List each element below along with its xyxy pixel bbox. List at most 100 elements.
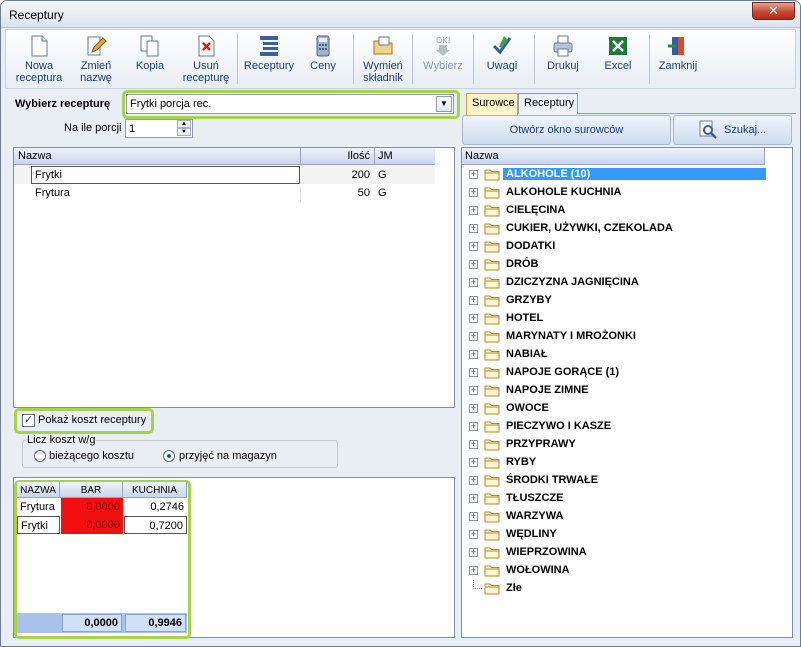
rename-button[interactable]: Zmień nazwę (72, 32, 120, 88)
expand-icon[interactable]: + (469, 386, 478, 395)
exit-label: Zamknij (658, 60, 698, 72)
recipes-button[interactable]: Receptury (240, 32, 298, 88)
tab-raw-materials[interactable]: Surowce (466, 93, 518, 115)
tree-item[interactable]: + WĘDLINY (465, 526, 765, 544)
excel-button[interactable]: Excel (594, 32, 642, 88)
tree-item[interactable]: + DODATKI (465, 238, 765, 256)
expand-icon[interactable]: + (469, 278, 478, 287)
expand-icon[interactable]: + (469, 260, 478, 269)
tree-item[interactable]: + NAPOJE GORĄCE (1) (465, 364, 765, 382)
expand-icon[interactable]: + (469, 566, 478, 575)
spin-up-icon[interactable]: ▲ (177, 120, 191, 128)
expand-icon[interactable]: + (469, 458, 478, 467)
close-window-button[interactable]: ✕ (752, 2, 795, 20)
tree-item[interactable]: + CIELĘCINA (465, 202, 765, 220)
ingredients-grid: Nazwa Ilość JM Frytki 200 G Frytura 50 G (13, 147, 455, 408)
new-recipe-button[interactable]: Nowa receptura (8, 32, 70, 88)
tree-item[interactable]: + TŁUSZCZE (465, 490, 765, 508)
expand-icon[interactable]: + (469, 476, 478, 485)
tree-item-label: DRÓB (506, 258, 539, 270)
recipes-window: Receptury ✕ Nowa receptura Zmień nazwę K… (0, 0, 801, 647)
prices-button[interactable]: Ceny (302, 32, 344, 88)
expand-icon[interactable]: + (469, 314, 478, 323)
tree-item-label: CIELĘCINA (506, 204, 566, 216)
tree-item[interactable]: + GRZYBY (465, 292, 765, 310)
expand-icon[interactable]: + (469, 422, 478, 431)
expand-icon[interactable]: + (469, 206, 478, 215)
tree-item[interactable]: + OWOCE (465, 400, 765, 418)
toolbar-separator (237, 34, 238, 84)
table-row[interactable]: Frytura 50 G (14, 184, 435, 202)
cost-row-name[interactable]: Frytki (17, 516, 60, 534)
spin-down-icon[interactable]: ▼ (177, 128, 191, 136)
portions-value: 1 (129, 123, 136, 135)
tree-item[interactable]: + NAPOJE ZIMNE (465, 382, 765, 400)
copy-button[interactable]: Kopia (126, 32, 174, 88)
tree-item-label: NABIAŁ (506, 348, 548, 360)
expand-icon[interactable]: + (469, 224, 478, 233)
notes-button[interactable]: Uwagi (478, 32, 526, 88)
tree-item[interactable]: + WOŁOWINA (465, 562, 765, 580)
tree-item-label: CUKIER, UŻYWKI, CZEKOLADA (506, 222, 673, 234)
folder-icon (484, 511, 500, 523)
tree-item[interactable]: + HOTEL (465, 310, 765, 328)
tree-item[interactable]: + MARYNATY I MROŻONKI (465, 328, 765, 346)
exit-button[interactable]: Zamknij (654, 32, 702, 88)
expand-icon[interactable]: + (469, 494, 478, 503)
select-recipe-label: Wybierz recepturę (15, 98, 111, 110)
expand-icon[interactable]: + (469, 368, 478, 377)
expand-icon[interactable]: + (469, 512, 478, 521)
tree-item[interactable]: + CUKIER, UŻYWKI, CZEKOLADA (465, 220, 765, 238)
expand-icon[interactable]: + (469, 242, 478, 251)
recipe-combo[interactable]: Frytki porcja rec. ▼ (126, 94, 454, 114)
expand-icon[interactable]: + (469, 332, 478, 341)
replace-ingredient-button[interactable]: Wymień składnik (356, 32, 410, 88)
tree-item[interactable]: + PIECZYWO I KASZE (465, 418, 765, 436)
tree-item[interactable]: + NABIAŁ (465, 346, 765, 364)
expand-icon[interactable]: + (469, 548, 478, 557)
tab-recipes[interactable]: Receptury (518, 93, 578, 114)
tree-item-label: GRZYBY (506, 294, 552, 306)
tree-item[interactable]: + ALKOHOLE KUCHNIA (465, 184, 765, 202)
expand-icon[interactable]: + (469, 404, 478, 413)
expand-icon[interactable]: + (469, 296, 478, 305)
notes-label: Uwagi (486, 60, 518, 72)
tree-item[interactable]: + RYBY (465, 454, 765, 472)
tree-item-label: MARYNATY I MROŻONKI (506, 330, 636, 342)
search-button[interactable]: Szukaj... (673, 115, 792, 145)
tree-item-label: DODATKI (506, 240, 556, 252)
tree-item[interactable]: + DRÓB (465, 256, 765, 274)
expand-icon[interactable]: + (469, 350, 478, 359)
tree-item-label: Złe (506, 582, 522, 594)
expand-icon[interactable]: + (469, 188, 478, 197)
table-row[interactable]: Frytki 200 G (14, 166, 435, 184)
tree-item[interactable]: + DZICZYZNA JAGNIĘCINA (465, 274, 765, 292)
tree-item-label: NAPOJE ZIMNE (506, 384, 589, 396)
tree-item[interactable]: + ALKOHOLE (10) (465, 166, 766, 184)
ingredient-unit: G (378, 187, 387, 199)
expand-icon[interactable]: + (469, 170, 478, 179)
show-cost-checkbox[interactable]: ✓ (22, 414, 35, 427)
chevron-down-icon[interactable]: ▼ (436, 96, 452, 112)
print-button[interactable]: Drukuj (538, 32, 588, 88)
tree-item[interactable]: + PRZYPRAWY (465, 436, 765, 454)
receipts-radio[interactable] (163, 450, 175, 462)
tree-item[interactable]: + WARZYWA (465, 508, 765, 526)
delete-recipe-button[interactable]: Usuń recepturę (178, 32, 234, 88)
expand-icon[interactable]: + (469, 530, 478, 539)
open-materials-button[interactable]: Otwórz okno surowców (462, 115, 671, 145)
tree-item[interactable]: Złe (465, 580, 765, 598)
tree-item[interactable]: + WIEPRZOWINA (465, 544, 765, 562)
tree-item[interactable]: + ŚRODKI TRWAŁE (465, 472, 765, 490)
current-cost-radio[interactable] (34, 450, 46, 462)
portions-spinner[interactable]: 1 ▲ ▼ (125, 119, 193, 138)
ingredient-name[interactable]: Frytki (31, 166, 300, 184)
total-bar: 0,0000 (62, 614, 122, 632)
ingredient-qty: 50 (300, 187, 372, 202)
toolbar-separator (473, 34, 474, 84)
choose-button[interactable]: OK! Wybierz (416, 32, 470, 88)
open-materials-label: Otwórz okno surowców (509, 124, 624, 136)
svg-text:OK!: OK! (436, 36, 451, 45)
rename-pencil-icon (87, 36, 107, 56)
expand-icon[interactable]: + (469, 440, 478, 449)
